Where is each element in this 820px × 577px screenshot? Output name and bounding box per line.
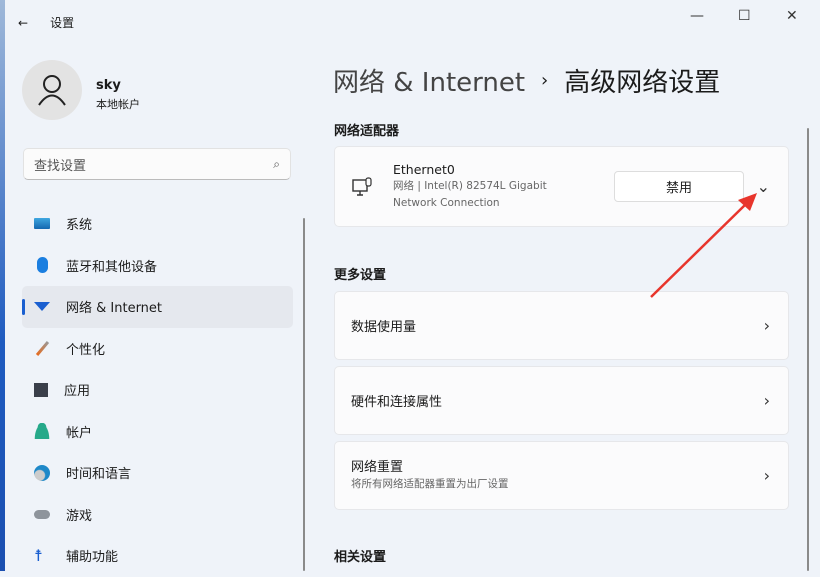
red-annotation-arrow [650,193,757,298]
